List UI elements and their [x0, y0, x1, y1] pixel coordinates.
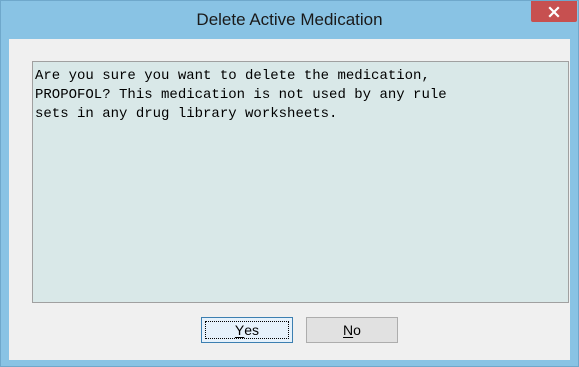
confirmation-message: Are you sure you want to delete the medi…	[35, 68, 447, 122]
close-button[interactable]	[531, 1, 577, 22]
dialog-window: Delete Active Medication Are you sure yo…	[0, 0, 579, 367]
no-button-label: o	[353, 322, 361, 338]
dialog-title: Delete Active Medication	[196, 10, 383, 29]
yes-button-accelerator: Y	[234, 322, 245, 338]
no-button[interactable]: No	[306, 317, 398, 343]
title-bar[interactable]: Delete Active Medication	[1, 1, 578, 39]
no-button-accelerator: N	[343, 322, 354, 338]
yes-button-label: es	[244, 322, 260, 338]
close-icon	[548, 5, 560, 18]
message-box: Are you sure you want to delete the medi…	[32, 61, 569, 303]
yes-button[interactable]: Yes	[201, 317, 293, 343]
dialog-body: Are you sure you want to delete the medi…	[9, 39, 570, 360]
